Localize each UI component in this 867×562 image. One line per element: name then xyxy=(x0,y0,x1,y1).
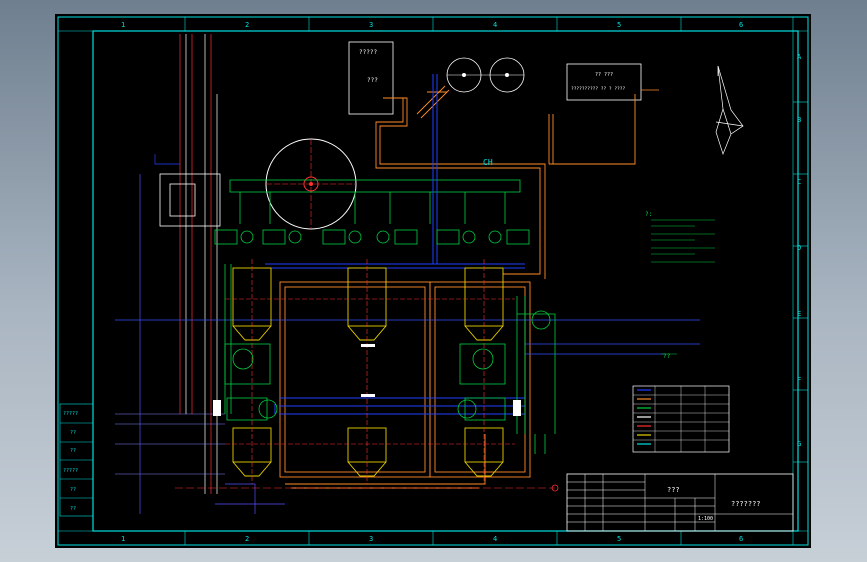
zone-row-label: A xyxy=(797,53,802,61)
zone-row-label: E xyxy=(797,310,801,318)
control-box-line2: ?????????? ?? ? ???? xyxy=(571,86,625,92)
vessel-group-upper xyxy=(232,267,504,341)
vessel-centerlines xyxy=(175,259,555,489)
title-block-scale: 1:100 xyxy=(698,516,713,522)
zone-col-label-bottom: 2 xyxy=(245,535,249,543)
notes-title: ?: xyxy=(645,211,652,218)
cabinet-label: ????? xyxy=(359,49,377,56)
design-notes: ?: xyxy=(645,211,715,263)
top-storage-tanks xyxy=(446,57,525,93)
zone-row-label: G xyxy=(797,440,801,448)
revision-cell: ????? xyxy=(63,411,78,417)
cabinet-code: ??? xyxy=(367,77,378,84)
blue-pipe-network xyxy=(115,74,700,514)
drawing-sheet: 1 2 3 4 5 6 1 2 3 4 5 6 A B C D E F G ??… xyxy=(55,14,811,548)
control-cabinet: ????? ??? xyxy=(348,41,394,115)
title-block-drawing: ??????? xyxy=(731,500,761,508)
zone-col-label: 5 xyxy=(617,21,621,29)
revision-strip: ????? ?? ?? ????? ?? ?? xyxy=(59,403,94,517)
zone-row-label: F xyxy=(797,376,801,384)
zone-col-label-bottom: 3 xyxy=(369,535,373,543)
revision-cell: ?? xyxy=(70,448,76,454)
title-block-name: ??? xyxy=(667,486,680,494)
zone-col-label: 2 xyxy=(245,21,249,29)
zone-col-label-bottom: 5 xyxy=(617,535,621,543)
zone-col-label-bottom: 4 xyxy=(493,535,497,543)
zone-col-label: 6 xyxy=(739,21,743,29)
structural-grid xyxy=(139,34,218,514)
revision-cell: ?? xyxy=(70,506,76,512)
cad-drawing-canvas: 1 2 3 4 5 6 1 2 3 4 5 6 A B C D E F G ??… xyxy=(57,16,809,546)
pipe-label: CH xyxy=(483,158,493,167)
orange-pipe-network xyxy=(279,85,636,489)
revision-cell: ?? xyxy=(70,430,76,436)
legend-table: ?? xyxy=(632,353,730,453)
control-box-line1: ?? ??? xyxy=(595,72,613,78)
zone-row-label: C xyxy=(797,178,801,186)
vessel-group-lower xyxy=(232,427,504,477)
zone-col-label-bottom: 6 xyxy=(739,535,743,543)
control-box: ?? ??? ?????????? ?? ? ???? xyxy=(566,63,659,101)
main-header xyxy=(229,179,521,224)
title-block: ??? ??????? 1:100 xyxy=(566,473,794,532)
zone-col-label: 3 xyxy=(369,21,373,29)
zone-col-label: 4 xyxy=(493,21,497,29)
zone-row-label: D xyxy=(797,244,801,252)
zone-col-label-bottom: 1 xyxy=(121,535,125,543)
revision-cell: ????? xyxy=(63,468,78,474)
revision-cell: ?? xyxy=(70,487,76,493)
rotating-drum xyxy=(265,138,357,230)
zone-row-label: B xyxy=(797,116,801,124)
north-arrow-icon xyxy=(715,65,744,156)
zone-col-label: 1 xyxy=(121,21,125,29)
